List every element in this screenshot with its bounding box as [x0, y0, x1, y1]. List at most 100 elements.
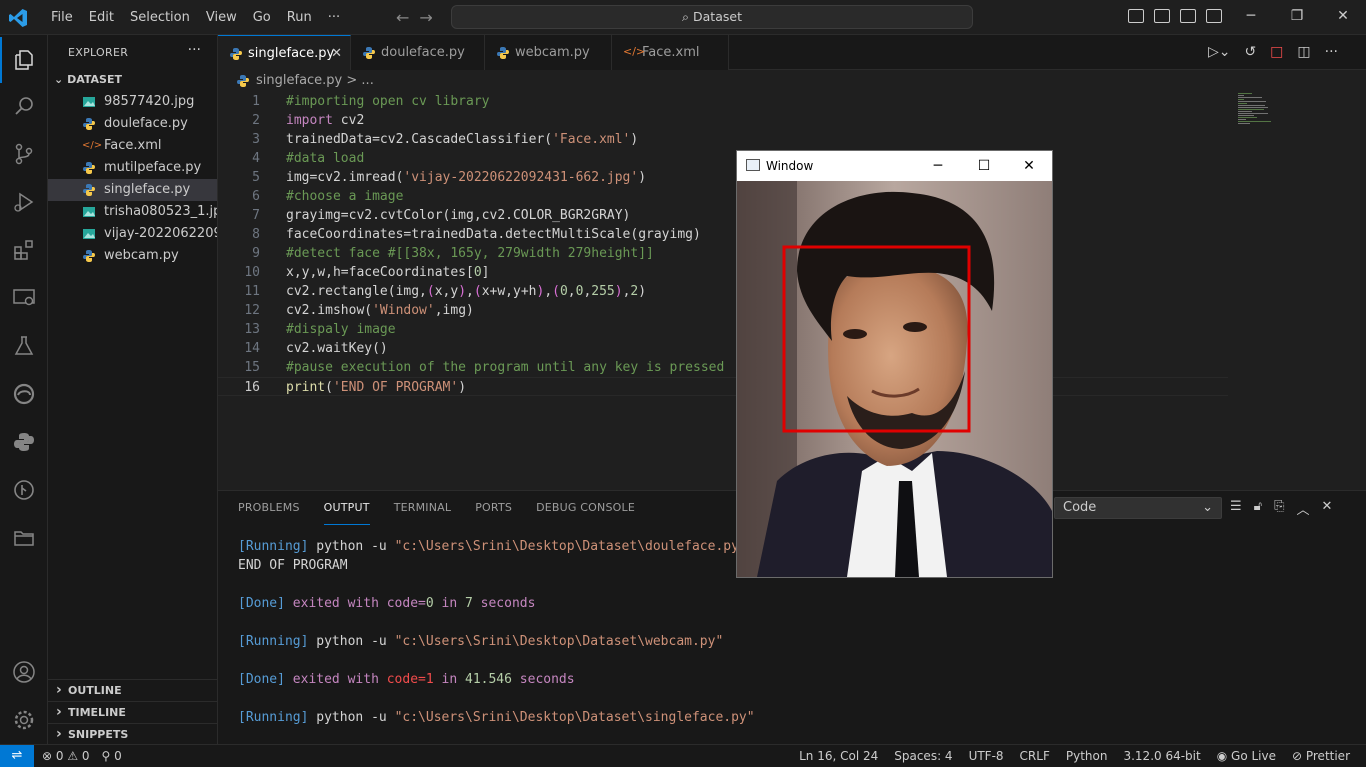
tab-terminal[interactable]: TERMINAL: [394, 491, 452, 525]
remote-indicator-icon[interactable]: ⇌: [0, 745, 34, 767]
menu-item-run[interactable]: Run: [279, 0, 320, 35]
extensions-icon[interactable]: [0, 227, 48, 273]
file-item[interactable]: </> Face.xml: [48, 135, 217, 157]
menu-item-file[interactable]: File: [43, 0, 81, 35]
minimize-icon[interactable]: ─: [1228, 0, 1274, 35]
back-arrow-icon[interactable]: ←: [396, 8, 409, 27]
timeline-section[interactable]: TIMELINE: [48, 701, 217, 723]
run-python-file-icon[interactable]: ▷⌄: [1208, 44, 1231, 60]
explorer-icon[interactable]: [0, 37, 48, 83]
tab-ports[interactable]: PORTS: [475, 491, 512, 525]
code-line[interactable]: 5 img=cv2.imread('vijay-20220622092431-66…: [218, 168, 1228, 187]
code-line[interactable]: 16 print('END OF PROGRAM'): [218, 377, 1228, 396]
file-item[interactable]: singleface.py: [48, 179, 217, 201]
run-debug-icon[interactable]: [0, 179, 48, 225]
end-of-line[interactable]: CRLF: [1020, 745, 1050, 767]
maximize-icon[interactable]: ☐: [961, 151, 1007, 181]
opencv-title-bar[interactable]: Window ─ ☐ ✕: [737, 151, 1052, 181]
python-interpreter[interactable]: 3.12.0 64-bit: [1123, 745, 1200, 767]
toggle-secondary-sidebar-icon[interactable]: [1180, 9, 1196, 23]
tab-problems[interactable]: PROBLEMS: [238, 491, 300, 525]
indentation[interactable]: Spaces: 4: [894, 745, 952, 767]
remote-explorer-icon[interactable]: [0, 275, 48, 321]
code-line[interactable]: 14 cv2.waitKey(): [218, 339, 1228, 358]
history-icon[interactable]: ↺: [1244, 44, 1256, 60]
toggle-sidebar-icon[interactable]: [1128, 9, 1144, 23]
tab-output[interactable]: OUTPUT: [323, 491, 370, 525]
cursor-position[interactable]: Ln 16, Col 24: [799, 745, 878, 767]
account-icon[interactable]: [0, 649, 48, 695]
go-live-button[interactable]: ◉ Go Live: [1217, 745, 1276, 767]
tab-debug-console[interactable]: DEBUG CONSOLE: [536, 491, 635, 525]
settings-gear-icon[interactable]: [0, 697, 48, 743]
close-window-icon[interactable]: ✕: [1320, 0, 1366, 35]
file-item[interactable]: vijay-2022062209...: [48, 223, 217, 245]
opencv-window[interactable]: Window ─ ☐ ✕: [736, 150, 1053, 578]
snippets-section[interactable]: SNIPPETS: [48, 723, 217, 745]
language-mode[interactable]: Python: [1066, 745, 1108, 767]
tab-webcam[interactable]: webcam.py: [485, 35, 612, 70]
menu-item-edit[interactable]: Edit: [81, 0, 122, 35]
restore-icon[interactable]: ❐: [1274, 0, 1320, 35]
breadcrumb-file[interactable]: singleface.py: [256, 73, 342, 88]
vscode-logo-icon[interactable]: [8, 8, 28, 28]
close-tab-icon[interactable]: ✕: [331, 36, 342, 71]
split-editor-icon[interactable]: ◫: [1297, 44, 1310, 60]
menu-item-selection[interactable]: Selection: [122, 0, 198, 35]
output-channel-select[interactable]: Code ⌄: [1054, 497, 1222, 519]
code-line[interactable]: 9 #detect face #[[38x, 165y, 279width 279…: [218, 244, 1228, 263]
menu-more[interactable]: ···: [320, 0, 348, 35]
code-line[interactable]: 2 import cv2: [218, 111, 1228, 130]
file-item[interactable]: webcam.py: [48, 245, 217, 267]
tab-face-xml[interactable]: </> Face.xml: [612, 35, 729, 70]
forward-arrow-icon[interactable]: →: [419, 8, 432, 27]
folder-header[interactable]: ⌄ DATASET: [48, 69, 217, 91]
clear-output-icon[interactable]: ⎘: [1274, 499, 1284, 518]
more-actions-icon[interactable]: ···: [188, 42, 201, 58]
code-line[interactable]: 3 trainedData=cv2.CascadeClassifier('Face…: [218, 130, 1228, 149]
close-icon[interactable]: ✕: [1006, 151, 1052, 181]
ports-count[interactable]: ⚲ 0: [102, 745, 122, 767]
encoding[interactable]: UTF-8: [969, 745, 1004, 767]
code-line[interactable]: 13 #dispaly image: [218, 320, 1228, 339]
file-item[interactable]: trisha080523_1.jpg: [48, 201, 217, 223]
minimap[interactable]: [1236, 92, 1296, 132]
code-line[interactable]: 6 #choose a image: [218, 187, 1228, 206]
file-item[interactable]: mutilpeface.py: [48, 157, 217, 179]
file-item[interactable]: douleface.py: [48, 113, 217, 135]
customize-layout-icon[interactable]: [1206, 9, 1222, 23]
code-line[interactable]: 11 cv2.rectangle(img,(x,y),(x+w,y+h),(0,0…: [218, 282, 1228, 301]
toggle-panel-icon[interactable]: [1154, 9, 1170, 23]
code-line[interactable]: 8 faceCoordinates=trainedData.detectMulti…: [218, 225, 1228, 244]
tab-douleface[interactable]: douleface.py: [351, 35, 485, 70]
problems-count[interactable]: ⊗ 0 ⚠ 0: [42, 745, 90, 767]
code-line[interactable]: 1 #importing open cv library: [218, 92, 1228, 111]
file-item[interactable]: 98577420.jpg: [48, 91, 217, 113]
output-log[interactable]: [Running] python -u "c:\Users\Srini\Desk…: [238, 537, 755, 727]
more-actions-icon[interactable]: ···: [1325, 44, 1338, 60]
lock-icon[interactable]: 🔓︎: [1254, 499, 1262, 518]
edge-browser-icon[interactable]: [0, 371, 48, 417]
code-line[interactable]: 12 cv2.imshow('Window',img): [218, 301, 1228, 320]
code-line[interactable]: 15 #pause execution of the program until …: [218, 358, 1228, 377]
code-line[interactable]: 7 grayimg=cv2.cvtColor(img,cv2.COLOR_BGR2…: [218, 206, 1228, 225]
python-extension-icon[interactable]: [0, 419, 48, 465]
menu-item-go[interactable]: Go: [245, 0, 279, 35]
minimize-icon[interactable]: ─: [915, 151, 961, 181]
code-line[interactable]: 4 #data load: [218, 149, 1228, 168]
breadcrumb-rest[interactable]: > ...: [342, 73, 373, 88]
prettier-button[interactable]: ⊘ Prettier: [1292, 745, 1350, 767]
source-control-icon[interactable]: [0, 131, 48, 177]
close-panel-icon[interactable]: ✕: [1322, 499, 1333, 518]
stop-icon[interactable]: □: [1270, 44, 1283, 60]
search-sidebar-icon[interactable]: [0, 83, 48, 129]
command-center-search[interactable]: ⌕ Dataset: [451, 5, 973, 29]
tab-singleface[interactable]: singleface.py ✕: [218, 35, 351, 70]
maximize-panel-icon[interactable]: ︿: [1297, 499, 1310, 518]
testing-flask-icon[interactable]: [0, 323, 48, 369]
menu-item-view[interactable]: View: [198, 0, 245, 35]
code-line[interactable]: 10 x,y,w,h=faceCoordinates[0]: [218, 263, 1228, 282]
filter-lines-icon[interactable]: ☰: [1230, 499, 1242, 518]
outline-section[interactable]: OUTLINE: [48, 679, 217, 701]
project-manager-icon[interactable]: [0, 515, 48, 561]
